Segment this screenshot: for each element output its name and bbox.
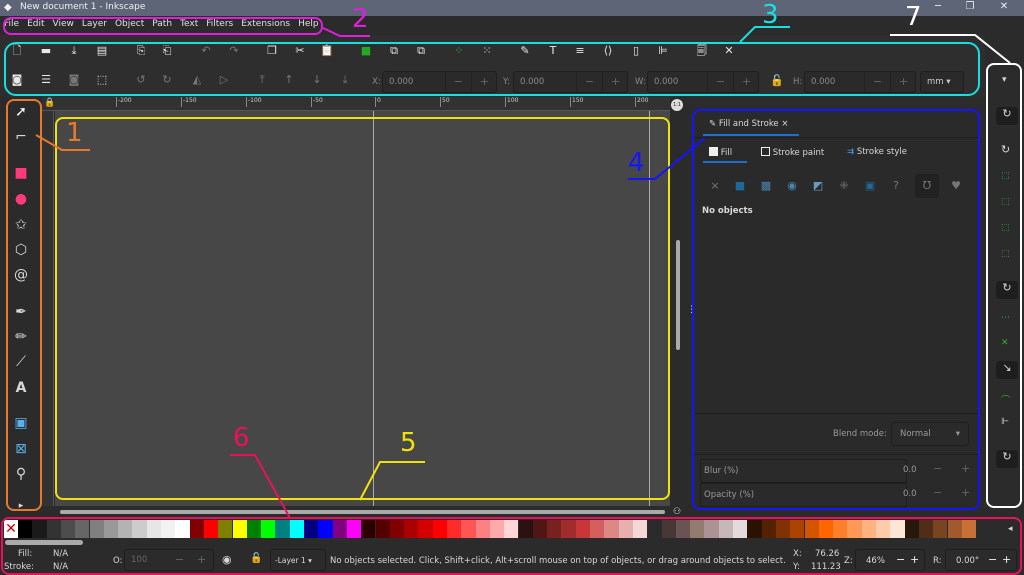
annotation-label-1: 1: [66, 118, 83, 148]
annotation-label-2: 2: [352, 4, 369, 34]
annotation-label-3: 3: [762, 0, 779, 30]
annotation-label-4: 4: [628, 148, 645, 178]
annotation-leaders: [35, 26, 1011, 519]
annotation-label-7: 7: [905, 2, 922, 32]
annotation-label-6: 6: [233, 423, 250, 453]
annotation-label-5: 5: [400, 428, 417, 458]
